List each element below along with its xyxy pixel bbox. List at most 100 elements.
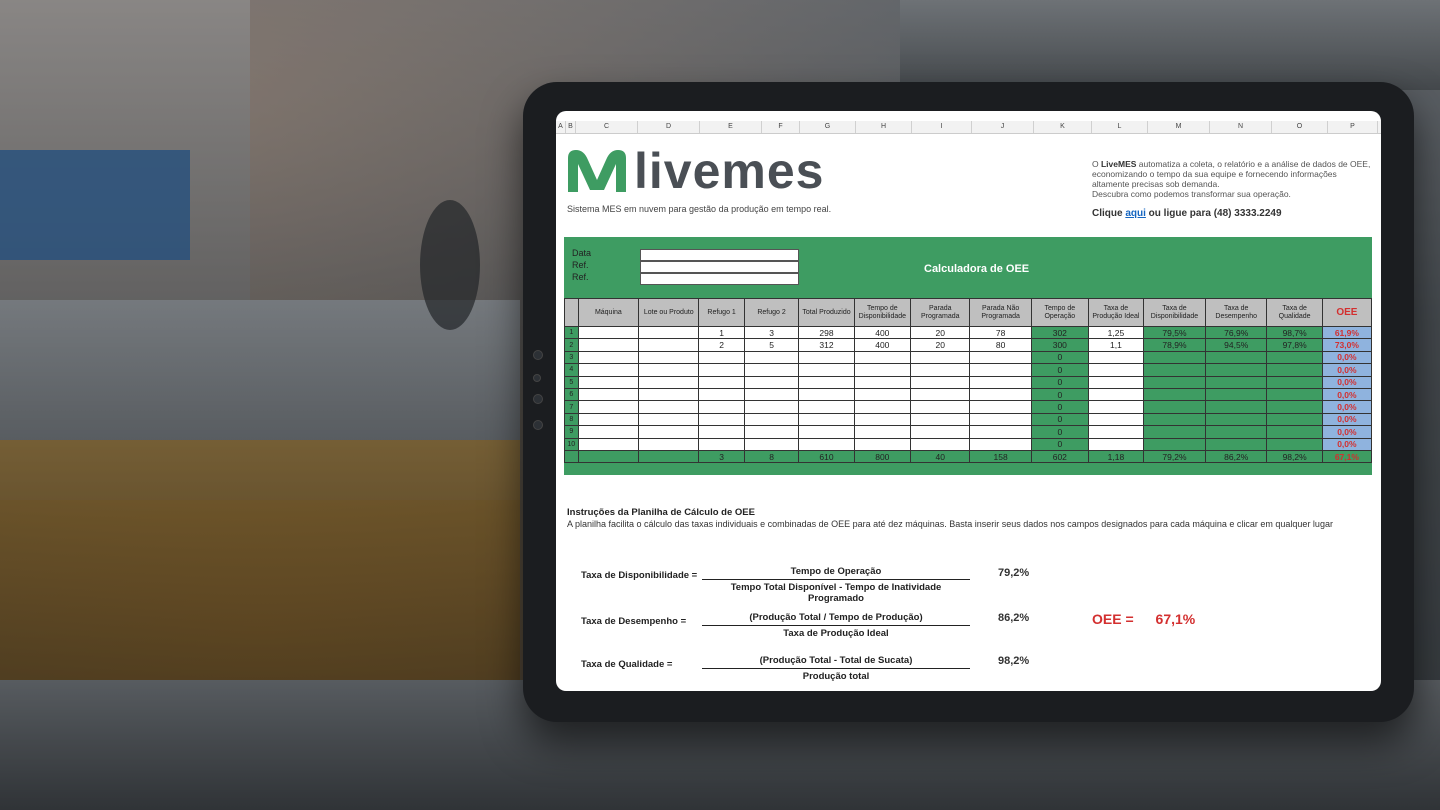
table-cell[interactable]: 1,25 <box>1087 325 1144 340</box>
table-cell[interactable] <box>853 437 912 451</box>
table-cell[interactable] <box>698 425 745 439</box>
column-letter[interactable]: A <box>556 121 566 133</box>
table-cell[interactable] <box>910 437 971 451</box>
table-cell[interactable] <box>577 363 640 377</box>
table-cell[interactable] <box>910 425 971 439</box>
column-letter[interactable]: H <box>856 121 912 133</box>
table-cell[interactable]: 5 <box>743 338 800 352</box>
column-letter[interactable]: D <box>638 121 700 133</box>
table-cell[interactable]: 3 <box>743 325 800 340</box>
ref-input[interactable] <box>640 261 799 273</box>
table-cell[interactable] <box>638 338 700 352</box>
table-cell[interactable]: 1 <box>698 325 745 340</box>
table-cell[interactable] <box>853 363 912 377</box>
column-letter[interactable]: N <box>1210 121 1272 133</box>
column-letter[interactable]: L <box>1092 121 1148 133</box>
table-cell[interactable] <box>743 375 800 389</box>
table-cell[interactable] <box>798 387 855 402</box>
table-cell[interactable] <box>853 400 912 414</box>
table-cell[interactable] <box>638 375 700 389</box>
table-cell[interactable] <box>798 375 855 389</box>
table-cell[interactable] <box>969 375 1032 389</box>
table-cell[interactable] <box>853 350 912 365</box>
table-cell[interactable] <box>853 425 912 439</box>
table-cell[interactable] <box>638 400 700 414</box>
table-cell[interactable]: 1,1 <box>1087 338 1144 352</box>
table-cell[interactable]: 298 <box>798 325 855 340</box>
table-cell[interactable] <box>698 387 745 402</box>
table-cell[interactable] <box>969 387 1032 402</box>
table-cell[interactable] <box>969 400 1032 414</box>
click-here-link[interactable]: aqui <box>1125 208 1146 219</box>
column-letter[interactable]: K <box>1034 121 1092 133</box>
table-cell[interactable] <box>577 412 640 427</box>
table-cell[interactable] <box>638 350 700 365</box>
table-cell[interactable] <box>698 437 745 451</box>
table-cell[interactable] <box>698 375 745 389</box>
table-cell[interactable] <box>698 400 745 414</box>
table-cell[interactable] <box>853 412 912 427</box>
table-cell[interactable] <box>577 425 640 439</box>
column-letter[interactable]: O <box>1272 121 1328 133</box>
table-cell[interactable] <box>577 350 640 365</box>
table-cell[interactable] <box>698 363 745 377</box>
table-cell[interactable] <box>743 437 800 451</box>
table-cell[interactable]: 80 <box>969 338 1032 352</box>
table-cell[interactable] <box>638 363 700 377</box>
table-cell[interactable] <box>853 375 912 389</box>
table-cell[interactable]: 20 <box>910 338 971 352</box>
table-cell[interactable] <box>798 437 855 451</box>
table-cell[interactable] <box>743 400 800 414</box>
table-cell[interactable]: 20 <box>910 325 971 340</box>
column-letter[interactable]: F <box>762 121 800 133</box>
table-cell[interactable]: 78 <box>969 325 1032 340</box>
table-cell[interactable] <box>638 412 700 427</box>
table-cell[interactable] <box>577 325 640 340</box>
table-cell[interactable] <box>698 350 745 365</box>
table-cell[interactable]: 2 <box>698 338 745 352</box>
column-letter[interactable]: J <box>972 121 1034 133</box>
table-cell[interactable] <box>577 437 640 451</box>
table-cell[interactable] <box>638 425 700 439</box>
table-cell[interactable] <box>577 387 640 402</box>
table-cell[interactable] <box>798 363 855 377</box>
table-cell[interactable] <box>743 412 800 427</box>
table-cell[interactable] <box>743 350 800 365</box>
date-input[interactable] <box>640 249 799 261</box>
table-cell[interactable] <box>969 363 1032 377</box>
table-cell[interactable] <box>743 363 800 377</box>
table-cell[interactable] <box>1087 437 1144 451</box>
table-cell[interactable] <box>638 437 700 451</box>
table-cell[interactable] <box>743 425 800 439</box>
column-letter[interactable]: I <box>912 121 972 133</box>
table-cell[interactable] <box>969 437 1032 451</box>
table-cell[interactable]: 312 <box>798 338 855 352</box>
table-cell[interactable] <box>798 400 855 414</box>
table-cell[interactable] <box>1087 350 1144 365</box>
table-cell[interactable]: 400 <box>853 325 912 340</box>
table-cell[interactable] <box>1087 412 1144 427</box>
table-cell[interactable] <box>969 350 1032 365</box>
table-cell[interactable] <box>798 350 855 365</box>
table-cell[interactable] <box>577 338 640 352</box>
table-cell[interactable] <box>1087 400 1144 414</box>
table-cell[interactable] <box>638 387 700 402</box>
table-cell[interactable] <box>577 400 640 414</box>
column-letter[interactable]: C <box>576 121 638 133</box>
table-cell[interactable] <box>1087 387 1144 402</box>
table-cell[interactable] <box>698 412 745 427</box>
table-cell[interactable]: 400 <box>853 338 912 352</box>
table-cell[interactable] <box>743 387 800 402</box>
table-cell[interactable] <box>1087 375 1144 389</box>
column-letter[interactable]: G <box>800 121 856 133</box>
table-cell[interactable] <box>798 412 855 427</box>
column-letter[interactable]: M <box>1148 121 1210 133</box>
column-letter[interactable]: P <box>1328 121 1378 133</box>
table-cell[interactable] <box>910 350 971 365</box>
column-letter[interactable]: B <box>566 121 576 133</box>
table-cell[interactable] <box>1087 363 1144 377</box>
table-cell[interactable] <box>910 387 971 402</box>
table-cell[interactable] <box>1087 425 1144 439</box>
table-cell[interactable] <box>969 412 1032 427</box>
table-cell[interactable] <box>969 425 1032 439</box>
